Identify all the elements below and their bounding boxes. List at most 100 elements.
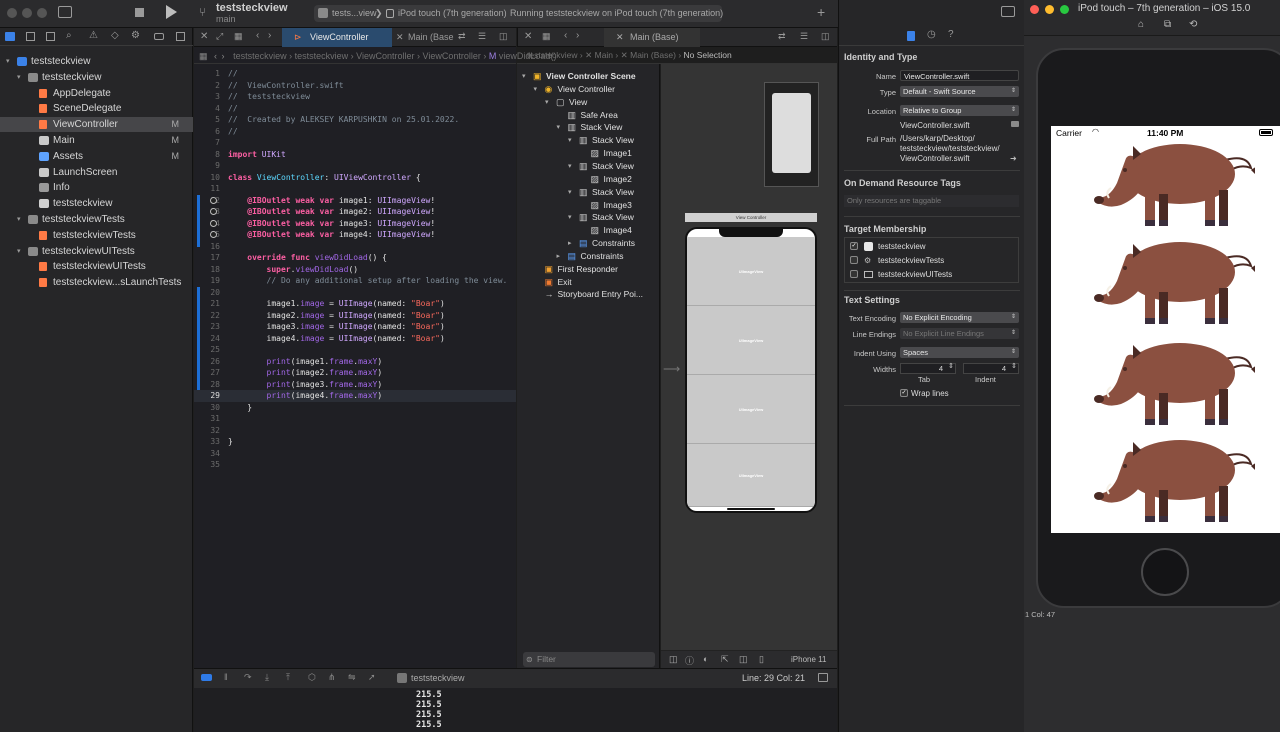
- code-line[interactable]: 6 //: [194, 126, 516, 138]
- grid-icon[interactable]: ▦: [234, 31, 243, 42]
- code-line[interactable]: 1 //: [194, 68, 516, 80]
- add-icon[interactable]: +: [817, 4, 825, 20]
- navigator-item[interactable]: Assets M: [0, 149, 193, 164]
- sim-zoom-button[interactable]: [1060, 5, 1069, 14]
- outline-item[interactable]: ▸ ▤ Constraints: [517, 237, 660, 250]
- reveal-arrow-icon[interactable]: ➜: [1010, 154, 1017, 163]
- outline-item[interactable]: ▾ ▣ View Controller Scene: [517, 70, 660, 83]
- tab-main-base[interactable]: ✕ Main (Base): [604, 28, 700, 47]
- code-line[interactable]: 19 // Do any additional setup after load…: [194, 275, 516, 287]
- navigator-item[interactable]: teststeckview: [0, 196, 193, 211]
- rotate-icon[interactable]: ⟲: [1189, 19, 1197, 30]
- memory-graph-icon[interactable]: ⋔: [328, 672, 336, 683]
- outline-item[interactable]: ▾ ▥ Stack View: [517, 134, 660, 147]
- tab-stepper[interactable]: ⇕: [948, 362, 954, 370]
- stop-icon[interactable]: [135, 8, 144, 17]
- code-line[interactable]: 18 super.viewDidLoad(): [194, 264, 516, 276]
- disclosure-triangle-icon[interactable]: ▾: [557, 121, 561, 134]
- code-line[interactable]: 31: [194, 413, 516, 425]
- navigator-item[interactable]: Main M: [0, 133, 193, 148]
- folder-icon[interactable]: [1011, 121, 1019, 127]
- code-line[interactable]: 15 @IBOutlet weak var image4: UIImageVie…: [194, 229, 516, 241]
- inspector-toggle-icon[interactable]: [1001, 6, 1015, 17]
- home-icon[interactable]: ⌂: [1138, 19, 1144, 30]
- type-popup[interactable]: Default - Swift Source ⇕: [900, 86, 1019, 97]
- close-editor-icon[interactable]: ✕: [200, 31, 208, 42]
- debug-console[interactable]: 215.5 215.5 215.5 215.5: [194, 688, 837, 732]
- run-icon[interactable]: [166, 5, 177, 19]
- test-icon[interactable]: ◇: [111, 30, 119, 41]
- uiimageview-2[interactable]: UIImageView: [687, 306, 815, 375]
- swap-icon[interactable]: ⇄: [778, 31, 786, 42]
- outlet-connection-icon[interactable]: [210, 196, 217, 204]
- breakpoints-toggle-icon[interactable]: [201, 674, 212, 681]
- disclosure-triangle-icon[interactable]: ▾: [568, 186, 572, 199]
- navigator-item[interactable]: SceneDelegate: [0, 101, 193, 116]
- name-field[interactable]: ViewController.swift: [900, 70, 1019, 81]
- panel-toggle-icon[interactable]: [818, 673, 828, 682]
- lines-icon[interactable]: ☰: [800, 31, 808, 42]
- code-line[interactable]: 24 image4.image = UIImage(named: "Boar"): [194, 333, 516, 345]
- code-line[interactable]: 20: [194, 287, 516, 299]
- code-line[interactable]: 33}: [194, 436, 516, 448]
- disclosure-triangle-icon[interactable]: ▾: [568, 211, 572, 224]
- code-line[interactable]: 26 print(image1.frame.maxY): [194, 356, 516, 368]
- code-line[interactable]: 10 class ViewController: UIViewController…: [194, 172, 516, 184]
- code-line[interactable]: 27 print(image2.frame.maxY): [194, 367, 516, 379]
- target-checkbox[interactable]: [850, 256, 858, 264]
- step-out-icon[interactable]: ⤒: [286, 672, 290, 683]
- code-line[interactable]: 7: [194, 137, 516, 149]
- location-icon[interactable]: ➚: [368, 672, 376, 683]
- disclosure-triangle-icon[interactable]: ▾: [568, 160, 572, 173]
- tab-viewcontroller[interactable]: ⊳ ViewController: [282, 28, 392, 47]
- disclosure-triangle-icon[interactable]: ▾: [545, 96, 549, 109]
- breadcrumb-item[interactable]: Main: [595, 50, 613, 60]
- step-into-icon[interactable]: ⤓: [265, 672, 269, 683]
- indent-using-popup[interactable]: Spaces ⇕: [900, 347, 1019, 358]
- wrap-lines-checkbox[interactable]: ✓: [900, 389, 908, 397]
- disclosure-triangle-icon[interactable]: ▾: [522, 70, 526, 83]
- screenshot-icon[interactable]: ⧉: [1164, 19, 1171, 30]
- sim-close-button[interactable]: [1030, 5, 1039, 14]
- outline-item[interactable]: ▣ First Responder: [517, 263, 660, 276]
- symbol-icon[interactable]: [46, 32, 55, 41]
- navigator-item[interactable]: ▾ teststeckviewUITests: [0, 244, 193, 259]
- navigator-item[interactable]: teststeckview...sLaunchTests: [0, 275, 193, 290]
- folder-icon[interactable]: [5, 32, 15, 41]
- grid-icon[interactable]: ▦: [199, 51, 208, 61]
- warning-icon[interactable]: ⚠: [89, 30, 98, 41]
- code-line[interactable]: 9: [194, 160, 516, 172]
- outlet-connection-icon[interactable]: [210, 208, 217, 215]
- uiimageview-1[interactable]: UIImageView: [687, 237, 815, 306]
- uiimageview-3[interactable]: UIImageView: [687, 375, 815, 444]
- target-checkbox[interactable]: ✓: [850, 242, 858, 250]
- code-line[interactable]: 13 @IBOutlet weak var image2: UIImageVie…: [194, 206, 516, 218]
- outline-item[interactable]: ▸ ▤ Constraints: [517, 250, 660, 263]
- pause-icon[interactable]: ‖: [224, 672, 228, 682]
- disclosure-triangle-icon[interactable]: ▸: [568, 237, 572, 250]
- outline-item[interactable]: → Storyboard Entry Poi...: [517, 288, 660, 301]
- indent-stepper[interactable]: ⇕: [1011, 362, 1017, 370]
- device-screen[interactable]: Carrier ◠ 11:40 PM: [1051, 126, 1280, 533]
- help-icon[interactable]: ?: [948, 29, 954, 40]
- lines-icon[interactable]: ☰: [478, 31, 486, 42]
- outline-item[interactable]: ▾ ▥ Stack View: [517, 186, 660, 199]
- tab-main-base[interactable]: ✕ Main (Base: [394, 28, 454, 47]
- code-line[interactable]: 28 print(image3.frame.maxY): [194, 379, 516, 391]
- window-minimize-button[interactable]: [22, 8, 32, 18]
- sim-minimize-button[interactable]: [1045, 5, 1054, 14]
- navigator-item[interactable]: LaunchScreen: [0, 165, 193, 180]
- layout-icon[interactable]: ◫: [739, 654, 748, 665]
- outline-item[interactable]: ▾ ◉ View Controller: [517, 83, 660, 96]
- disclosure-triangle-icon[interactable]: ▸: [557, 250, 561, 263]
- chevron-right-icon[interactable]: ›: [222, 51, 225, 61]
- navigator-item[interactable]: ▾ teststeckview: [0, 54, 193, 69]
- swap-icon[interactable]: ⇄: [458, 31, 466, 42]
- code-area[interactable]: 1 // 2 // ViewController.swift 3 // teststeck…: [194, 68, 516, 488]
- disclosure-triangle-icon[interactable]: ▾: [17, 212, 21, 227]
- code-line[interactable]: 34: [194, 448, 516, 460]
- scheme-label[interactable]: tests...view: [332, 8, 377, 18]
- ib-canvas[interactable]: View Controller UIImageView UIImageView …: [661, 64, 837, 668]
- navigator-toggle-icon[interactable]: [58, 6, 72, 18]
- uiimageview-4[interactable]: UIImageView: [687, 444, 815, 507]
